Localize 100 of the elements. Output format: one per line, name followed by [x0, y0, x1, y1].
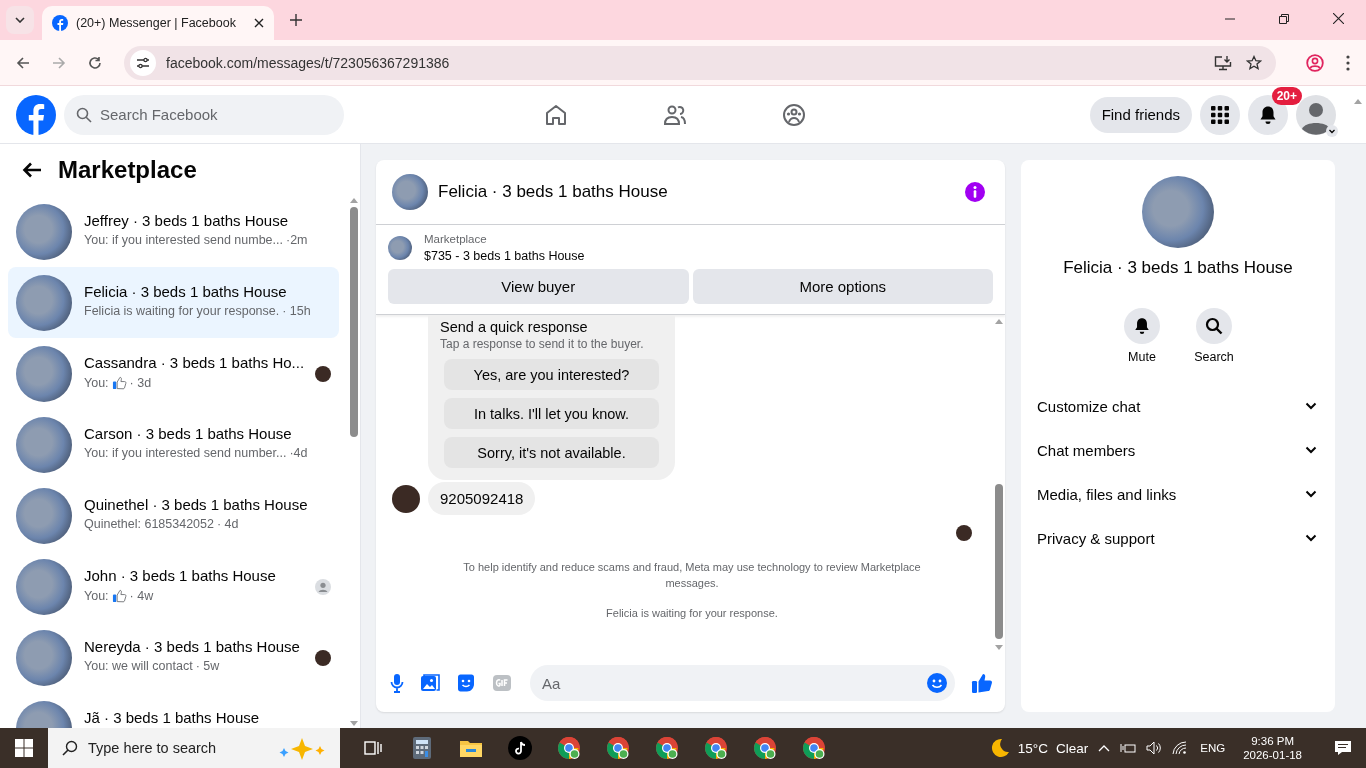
- info-icon[interactable]: [965, 182, 985, 202]
- conversation-title: Felicia · 3 beds 1 baths House: [1063, 258, 1293, 278]
- install-app-icon[interactable]: [1214, 54, 1232, 71]
- windows-start-icon[interactable]: [15, 739, 33, 757]
- browser-icon[interactable]: [703, 736, 728, 760]
- notice-text: To help identify and reduce scams and fraud, Meta may use technology to review Marketplace messages.: [462, 560, 922, 591]
- browser-icon[interactable]: [654, 736, 679, 760]
- action-button[interactable]: View buyer: [388, 269, 689, 304]
- tab-list-button[interactable]: [6, 6, 34, 34]
- reload-icon[interactable]: [88, 55, 102, 70]
- chevron-up-icon[interactable]: [1098, 744, 1111, 752]
- account-avatar[interactable]: [1296, 94, 1336, 135]
- profile-icon[interactable]: [1306, 53, 1324, 72]
- mute-button[interactable]: [1124, 308, 1160, 344]
- message-preview: You:: [84, 588, 109, 603]
- thumbs-up-icon[interactable]: [971, 672, 993, 694]
- quick-reply-button[interactable]: Yes, are you interested?: [444, 359, 659, 390]
- message-preview: You:: [84, 375, 109, 390]
- sticker-icon[interactable]: [456, 673, 476, 693]
- wifi-icon[interactable]: [1172, 741, 1189, 755]
- battery-icon[interactable]: [1120, 742, 1137, 754]
- message-time: · 15h: [282, 304, 311, 318]
- conversation-name: John · 3 beds 1 baths House: [84, 567, 277, 584]
- folder-icon[interactable]: [459, 739, 482, 757]
- action-label: Mute: [1128, 350, 1156, 364]
- message-preview: You: if you interested send number...: [84, 446, 287, 460]
- section-header[interactable]: Chat members: [1021, 428, 1335, 472]
- menu-button[interactable]: [1200, 94, 1240, 135]
- menu-icon[interactable]: [1346, 54, 1350, 71]
- conversation-name: Felicia · 3 beds 1 baths House: [84, 283, 288, 300]
- search-icon: [1205, 317, 1223, 335]
- quick-reply-button[interactable]: Sorry, it's not available.: [444, 437, 659, 468]
- calculator-icon[interactable]: [412, 737, 431, 759]
- caret-icon: [15, 17, 25, 23]
- photo-placeholder: [388, 236, 412, 260]
- close-icon[interactable]: [254, 18, 264, 28]
- restore-icon[interactable]: [1279, 14, 1289, 24]
- message-preview: You: we will contact: [84, 659, 193, 673]
- photo-placeholder: [16, 559, 72, 615]
- site-settings-icon[interactable]: [130, 49, 156, 76]
- message-time: · 4w: [129, 588, 154, 603]
- conversation-item[interactable]: Quinethel · 3 beds 1 baths House Quinethel: 6185342052 · 4d: [8, 480, 339, 551]
- status-text: Felicia is waiting for your response.: [605, 606, 779, 621]
- message-preview: Felicia is waiting for your response.: [84, 304, 280, 318]
- photo-placeholder: [16, 346, 72, 402]
- message-time: · 5w: [195, 659, 220, 673]
- message-field[interactable]: Aa: [530, 665, 955, 701]
- caret-icon: [1326, 124, 1338, 137]
- find-friends-button[interactable]: Find friends: [1089, 96, 1192, 133]
- bookmark-star-icon[interactable]: [1246, 54, 1262, 71]
- action-button[interactable]: More options: [692, 269, 993, 304]
- task-view-icon[interactable]: [363, 739, 382, 757]
- page-title: Marketplace: [58, 156, 197, 184]
- search-field[interactable]: Search Facebook: [64, 94, 344, 135]
- conversation-item[interactable]: Felicia · 3 beds 1 baths House Felicia is waiting for your response. · 15h: [8, 267, 339, 338]
- browser-icon[interactable]: [605, 736, 630, 760]
- conversation-item[interactable]: Nereyda · 3 beds 1 baths House You: we will contact · 5w: [8, 622, 339, 693]
- tab-title: (20+) Messenger | Facebook: [76, 16, 237, 30]
- groups-icon[interactable]: [782, 102, 806, 127]
- back-arrow-icon[interactable]: [22, 162, 42, 178]
- conversation-item[interactable]: John · 3 beds 1 baths House You: · 4w: [8, 551, 339, 622]
- section-header[interactable]: Privacy & support: [1021, 516, 1335, 560]
- section-header[interactable]: Media, files and links: [1021, 472, 1335, 516]
- browser-tab[interactable]: (20+) Messenger | Facebook: [42, 6, 274, 40]
- conversation-title: Felicia · 3 beds 1 baths House: [438, 182, 668, 202]
- browser-icon[interactable]: [752, 736, 777, 760]
- section-title: Privacy & support: [1037, 529, 1155, 547]
- photo-placeholder: [16, 275, 72, 331]
- conversation-item[interactable]: Jeffrey · 3 beds 1 baths House You: if you interested send numbe... ·2m: [8, 196, 339, 267]
- search-icon: [76, 106, 92, 123]
- facebook-logo[interactable]: [16, 94, 56, 135]
- conversation-item[interactable]: Carson · 3 beds 1 baths House You: if you interested send number... ·4d: [8, 409, 339, 480]
- message-time: · 4d: [217, 517, 239, 531]
- address-bar[interactable]: facebook.com/messages/t/723056367291386: [124, 45, 1276, 80]
- back-icon[interactable]: [16, 55, 30, 70]
- notifications-icon[interactable]: [1334, 740, 1352, 756]
- section-header[interactable]: Customize chat: [1021, 384, 1335, 428]
- conversation-item[interactable]: Cassandra · 3 beds 1 baths Ho... You: · 3d: [8, 338, 339, 409]
- seen-avatar: [315, 650, 331, 666]
- notification-badge: 20+: [1271, 86, 1302, 105]
- music-note-icon[interactable]: [507, 736, 532, 760]
- taskbar-search-field[interactable]: Type here to search: [48, 728, 340, 768]
- moon-icon: [989, 738, 1010, 758]
- search-button[interactable]: [1196, 308, 1232, 344]
- image-icon[interactable]: [420, 673, 440, 693]
- photo-placeholder: [16, 630, 72, 686]
- message-preview: You: if you interested send numbe...: [84, 233, 283, 247]
- language-indicator[interactable]: ENG: [1200, 742, 1226, 754]
- browser-icon[interactable]: [556, 736, 581, 760]
- conversation-name: Nereyda · 3 beds 1 baths House: [84, 638, 301, 655]
- microphone-icon[interactable]: [390, 673, 404, 693]
- new-tab-icon[interactable]: [290, 14, 302, 26]
- photo-placeholder: [16, 204, 72, 260]
- close-icon[interactable]: [1333, 13, 1344, 24]
- listing-label: Marketplace: [424, 233, 488, 245]
- quick-reply-button[interactable]: In talks. I'll let you know.: [444, 398, 659, 429]
- speaker-icon[interactable]: [1146, 741, 1163, 755]
- home-icon[interactable]: [544, 102, 568, 127]
- browser-icon[interactable]: [801, 736, 826, 760]
- emoji-icon[interactable]: [927, 673, 947, 693]
